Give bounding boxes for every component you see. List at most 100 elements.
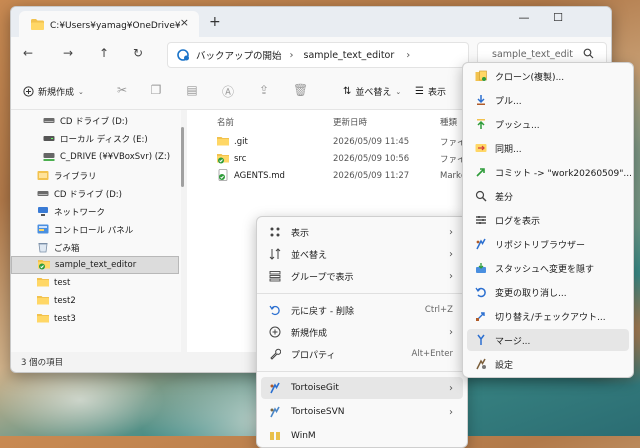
wrench-icon xyxy=(269,348,281,360)
delete-icon[interactable]: 🗑 xyxy=(293,83,308,97)
tortoisegit-item-10[interactable]: 切り替え/チェックアウト... xyxy=(467,305,629,327)
log-icon xyxy=(475,214,487,226)
context-menu-item-0[interactable]: 表示 › xyxy=(261,221,463,243)
explorer-tab[interactable]: C:¥Users¥yamag¥OneDrive¥デ × xyxy=(19,11,199,37)
cut-icon[interactable]: ✂ xyxy=(115,83,129,97)
context-menu-item-1[interactable]: 並べ替え › xyxy=(261,243,463,265)
menu-item-shortcut: Alt+Enter xyxy=(411,349,453,359)
menu-item-label: TortoiseSVN xyxy=(291,407,345,417)
sidebar-item-8[interactable]: sample_text_editor xyxy=(11,256,179,274)
file-name-cell: AGENTS.md xyxy=(217,168,285,184)
file-date: 2026/05/09 10:56 xyxy=(333,154,410,164)
menu-item-label: スタッシュへ変更を隠す xyxy=(495,264,595,275)
paste-icon[interactable]: ▤ xyxy=(185,83,199,97)
tab-close-icon[interactable]: × xyxy=(180,16,189,29)
column-header-date[interactable]: 更新日時 xyxy=(333,116,367,128)
up-button[interactable]: ↑ xyxy=(99,46,109,60)
tortoisegit-item-0[interactable]: クローン(複製)... xyxy=(467,65,629,87)
address-bar[interactable]: バックアップの開始 › sample_text_editor › xyxy=(167,42,469,68)
menu-item-label: TortoiseGit xyxy=(291,383,339,393)
context-menu-item-2[interactable]: グループで表示 › xyxy=(261,265,463,287)
sidebar-item-label: test2 xyxy=(54,296,76,306)
column-header-type[interactable]: 種類 xyxy=(440,116,457,128)
sidebar-item-7[interactable]: ごみ箱 xyxy=(11,239,205,257)
context-menu-item-7[interactable]: TortoiseSVN › xyxy=(261,401,463,423)
tortoisegit-item-11[interactable]: マージ... xyxy=(467,329,629,351)
context-menu-item-6[interactable]: TortoiseGit › xyxy=(261,377,463,399)
merge-icon xyxy=(475,334,487,346)
tortoisegit-item-7[interactable]: リポジトリブラウザー xyxy=(467,233,629,255)
library-icon xyxy=(37,169,49,184)
file-name: .git xyxy=(234,137,248,147)
menu-item-label: グループで表示 xyxy=(291,272,354,283)
sidebar-item-label: コントロール パネル xyxy=(54,226,134,236)
sidebar-item-label: CD ドライブ (D:) xyxy=(54,190,122,200)
stash-icon xyxy=(475,262,487,274)
menu-item-label: プロパティ xyxy=(291,350,336,361)
forward-button[interactable]: → xyxy=(63,46,73,60)
file-name: src xyxy=(234,154,247,164)
control-panel-icon xyxy=(37,223,49,238)
clone-icon xyxy=(475,70,487,82)
rename-icon[interactable]: Ⓐ xyxy=(221,83,235,99)
tortoisegit-item-12[interactable]: 設定 xyxy=(467,353,629,375)
refresh-button[interactable]: ↻ xyxy=(133,46,143,60)
tortoisegit-item-5[interactable]: 差分 xyxy=(467,185,629,207)
sidebar-item-5[interactable]: ネットワーク xyxy=(11,203,205,221)
file-date: 2026/05/09 11:45 xyxy=(333,137,410,147)
sidebar-item-10[interactable]: test2 xyxy=(11,292,205,310)
recycle-bin-icon xyxy=(37,241,49,256)
tortoisegit-item-8[interactable]: スタッシュへ変更を隠す xyxy=(467,257,629,279)
tortoisegit-item-6[interactable]: ログを表示 xyxy=(467,209,629,231)
chevron-down-icon: ⌄ xyxy=(78,87,84,96)
disk-icon xyxy=(43,132,55,147)
context-menu-item-4[interactable]: 新規作成 › xyxy=(261,321,463,343)
sort-icon: ⇅ xyxy=(343,86,352,97)
plus-icon xyxy=(269,326,281,338)
sidebar-item-label: ごみ箱 xyxy=(54,244,80,254)
tortoisegit-item-9[interactable]: 変更の取り消し... xyxy=(467,281,629,303)
diff-icon xyxy=(475,190,487,202)
sidebar-item-11[interactable]: test3 xyxy=(11,310,205,328)
copy-icon[interactable]: ❐ xyxy=(149,83,163,97)
new-tab-button[interactable]: + xyxy=(209,14,221,30)
minimize-button[interactable]: — xyxy=(509,11,539,24)
git-folder-icon xyxy=(217,152,229,167)
share-icon[interactable]: ⇪ xyxy=(257,83,271,97)
sidebar-item-3[interactable]: ライブラリ xyxy=(11,167,205,185)
chevron-down-icon: ⌄ xyxy=(395,87,402,96)
menu-item-label: 差分 xyxy=(495,192,514,203)
sidebar-scrollbar[interactable] xyxy=(181,127,184,187)
breadcrumb-backup[interactable]: バックアップの開始 xyxy=(196,48,282,62)
undo-icon xyxy=(269,304,281,316)
push-icon xyxy=(475,118,487,130)
context-menu-item-5[interactable]: プロパティ Alt+Enter xyxy=(261,343,463,365)
sidebar-item-label: test xyxy=(54,278,71,288)
view-button[interactable]: ☰ 表示 xyxy=(415,85,446,98)
git-folder-icon xyxy=(38,258,50,273)
tortoisegit-item-4[interactable]: コミット -> "work20260509"... xyxy=(467,161,632,183)
tortoisegit-item-3[interactable]: 同期... xyxy=(467,137,629,159)
menu-item-shortcut: Ctrl+Z xyxy=(424,305,453,315)
chevron-right-icon: › xyxy=(449,226,453,238)
new-button[interactable]: 新規作成 ⌄ xyxy=(23,85,84,98)
context-menu-item-8[interactable]: WinM xyxy=(261,425,463,447)
sidebar-item-label: ライブラリ xyxy=(54,172,97,182)
maximize-button[interactable]: ☐ xyxy=(543,11,573,24)
sidebar-item-9[interactable]: test xyxy=(11,274,205,292)
menu-item-label: リポジトリブラウザー xyxy=(495,240,586,251)
sidebar-item-label: sample_text_editor xyxy=(55,260,137,270)
breadcrumb-current-folder[interactable]: sample_text_editor xyxy=(304,50,395,61)
back-button[interactable]: ← xyxy=(23,46,33,60)
tortoisegit-item-1[interactable]: プル... xyxy=(467,89,629,111)
menu-item-label: 変更の取り消し... xyxy=(495,288,567,299)
context-menu-item-3[interactable]: 元に戻す - 削除 Ctrl+Z xyxy=(261,299,463,321)
tortoisegit-item-2[interactable]: プッシュ... xyxy=(467,113,629,135)
sort-button[interactable]: ⇅ 並べ替え ⌄ xyxy=(343,85,401,98)
menu-separator xyxy=(257,293,467,294)
cd-drive-icon xyxy=(43,114,55,129)
sidebar-item-4[interactable]: CD ドライブ (D:) xyxy=(11,185,205,203)
sidebar-item-6[interactable]: コントロール パネル xyxy=(11,221,205,239)
menu-item-label: 同期... xyxy=(495,144,522,155)
column-header-name[interactable]: 名前 xyxy=(217,116,234,128)
